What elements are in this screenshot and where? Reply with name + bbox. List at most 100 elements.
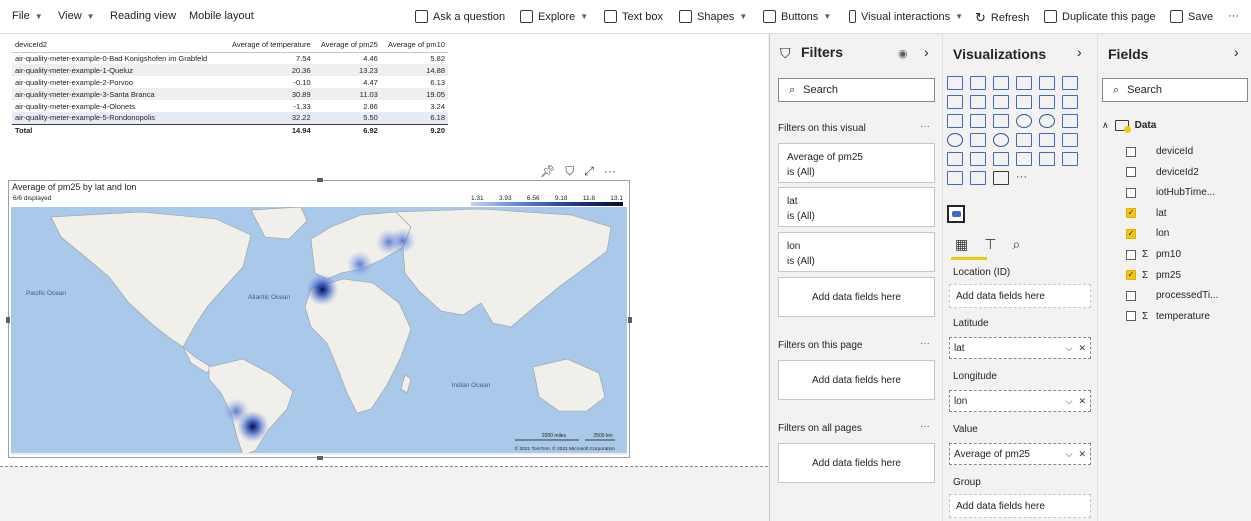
filter-card-lon[interactable]: lon is (All) [778,232,935,272]
area-chart-icon[interactable] [970,95,986,109]
donut-chart-icon[interactable] [1039,114,1055,128]
resize-handle[interactable] [317,456,323,460]
chevron-down-icon[interactable]: ⌵ [1066,449,1073,460]
filled-map-icon[interactable] [970,133,986,147]
visual-interactions-menu[interactable]: Visual interactions ▼ [849,10,963,23]
map-icon[interactable] [947,133,963,147]
all-pages-filter-drop-zone[interactable]: Add data fields here [778,443,935,483]
clustered-column-chart-icon[interactable] [1016,76,1032,90]
table-row[interactable]: air-quality-meter-example-5-Rondonopolis… [12,112,448,124]
heat-point[interactable] [306,273,339,306]
column-header[interactable]: Average of temperature [223,38,314,53]
page-filter-drop-zone[interactable]: Add data fields here [778,360,935,400]
scatter-chart-icon[interactable] [993,114,1009,128]
field-checkbox[interactable] [1126,311,1136,322]
field-item[interactable]: processedTi... [1126,290,1218,301]
longitude-field-pill[interactable]: lon ⌵ ✕ [949,390,1091,412]
waterfall-chart-icon[interactable] [947,114,963,128]
chevron-right-icon[interactable]: › [924,44,929,60]
resize-handle[interactable] [628,317,632,323]
field-checkbox[interactable] [1126,146,1136,157]
field-checkbox[interactable] [1126,187,1136,198]
more-options-icon[interactable]: ··· [920,421,930,432]
table-row[interactable]: air-quality-meter-example-1-Queluz 20.36 1… [12,64,448,76]
field-item[interactable]: Σpm10 [1126,249,1181,260]
table-icon[interactable] [970,152,986,166]
more-options-button[interactable]: ··· [1228,10,1239,22]
analytics-magnifier-icon[interactable]: ⌕ [1012,236,1020,253]
selected-map-visual-icon[interactable] [947,205,965,223]
pie-chart-icon[interactable] [1016,114,1032,128]
field-checkbox[interactable] [1126,290,1136,301]
explore-menu[interactable]: Explore ▼ [520,10,588,23]
stacked-area-chart-icon[interactable] [993,95,1009,109]
field-item[interactable]: deviceId2 [1126,167,1199,178]
filter-card-lat[interactable]: lat is (All) [778,187,935,227]
fields-search-input[interactable]: ⌕ Search [1102,78,1248,102]
line-and-column-chart-icon[interactable] [1016,95,1032,109]
stacked-column-chart-icon[interactable] [970,76,986,90]
map-visual[interactable]: Average of pm25 by lat and lon 6/6 displ… [6,178,632,460]
fields-tab-icon[interactable]: ▦ [955,236,968,253]
more-options-icon[interactable]: ··· [920,338,930,349]
heat-point[interactable] [389,227,416,254]
column-header[interactable]: Average of pm25 [313,38,381,53]
format-paint-roller-icon[interactable]: ⊤ [984,236,996,253]
view-menu[interactable]: View ▼ [58,10,95,22]
chevron-right-icon[interactable]: › [1077,44,1082,60]
group-drop-zone[interactable]: Add data fields here [949,494,1091,518]
table-row[interactable]: air-quality-meter-example-4-Olonets -1.33… [12,100,448,112]
chevron-down-icon[interactable]: ⌵ [1066,343,1073,354]
stacked-bar-chart-icon[interactable] [947,76,963,90]
paginated-report-icon[interactable] [947,171,963,185]
field-item[interactable]: Σtemperature [1126,311,1210,322]
treemap-icon[interactable] [1062,114,1078,128]
heat-point[interactable] [223,398,250,425]
more-options-icon[interactable]: ··· [920,121,930,132]
qa-icon[interactable] [1062,152,1078,166]
field-item[interactable]: Σpm25 [1126,270,1181,281]
multi-row-card-icon[interactable] [1039,133,1055,147]
ask-question-button[interactable]: Ask a question [415,10,505,23]
refresh-button[interactable]: ↻ Refresh [975,10,1029,26]
chevron-down-icon[interactable]: ∧ [1102,120,1109,131]
column-header[interactable]: Average of pm10 [380,38,448,53]
decomposition-tree-icon[interactable] [1039,152,1055,166]
data-table[interactable]: deviceId2 Average of temperature Average… [12,38,448,136]
table-node-data[interactable]: ∧ Data [1102,120,1156,133]
field-checkbox[interactable] [1126,228,1136,239]
column-header[interactable]: deviceId2 [12,38,224,53]
focus-mode-icon[interactable]: ⤢ [584,164,594,179]
close-icon[interactable]: ✕ [1078,396,1086,407]
gauge-icon[interactable] [993,133,1009,147]
filters-search-input[interactable]: ⌕ Search [778,78,935,102]
location-drop-zone[interactable]: Add data fields here [949,284,1091,308]
matrix-icon[interactable] [993,152,1009,166]
value-field-pill[interactable]: Average of pm25 ⌵ ✕ [949,443,1091,465]
field-checkbox[interactable] [1126,249,1136,260]
pin-icon[interactable]: 📌︎ [540,164,555,179]
line-chart-icon[interactable] [947,95,963,109]
resize-handle[interactable] [317,178,323,182]
100-stacked-column-chart-icon[interactable] [1062,76,1078,90]
line-and-clustered-column-icon[interactable] [1039,95,1055,109]
eye-icon[interactable]: ◉ [898,47,908,60]
field-item[interactable]: iotHubTime... [1126,187,1215,198]
table-row[interactable]: air-quality-meter-example-2-Porvoo -0.10 4… [12,76,448,88]
mobile-layout-button[interactable]: Mobile layout [189,10,254,22]
field-item[interactable]: lon [1126,228,1169,239]
table-row[interactable]: air-quality-meter-example-3-Santa Branca… [12,88,448,100]
field-checkbox[interactable] [1126,208,1136,219]
more-visuals-icon[interactable]: ··· [1016,171,1039,185]
duplicate-page-button[interactable]: Duplicate this page [1044,10,1156,23]
slicer-icon[interactable] [947,152,963,166]
visual-filter-drop-zone[interactable]: Add data fields here [778,277,935,317]
filter-card-pm25[interactable]: Average of pm25 is (All) [778,143,935,183]
shapes-menu[interactable]: Shapes ▼ [679,10,747,23]
card-icon[interactable] [1016,133,1032,147]
filter-icon[interactable]: ⛉ [565,164,574,179]
buttons-menu[interactable]: Buttons ▼ [763,10,831,23]
ribbon-chart-icon[interactable] [1062,95,1078,109]
100-stacked-bar-chart-icon[interactable] [1039,76,1055,90]
kpi-icon[interactable] [1062,133,1078,147]
